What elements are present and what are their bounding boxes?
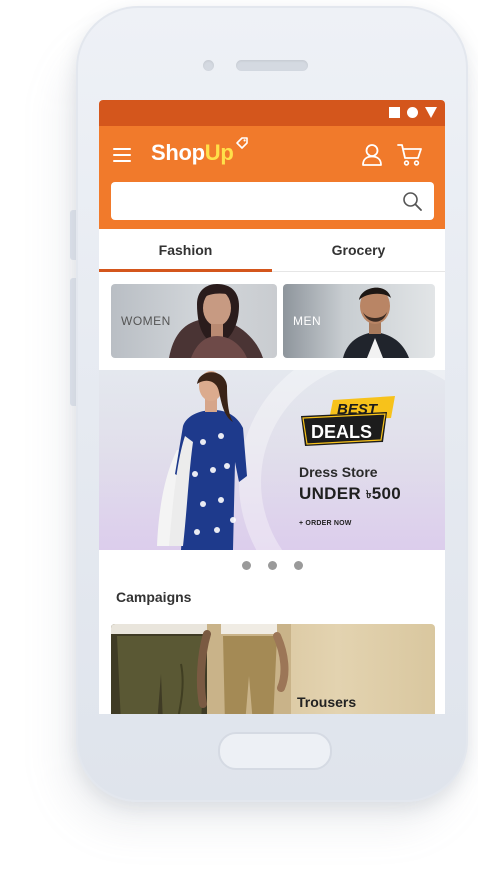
carousel-dot[interactable] xyxy=(267,561,277,570)
category-women-label: WOMEN xyxy=(121,314,171,328)
tab-fashion[interactable]: Fashion xyxy=(99,229,272,271)
category-women-card[interactable]: WOMEN xyxy=(111,284,277,358)
model-dress-image xyxy=(157,371,247,550)
banner-price-prefix: UNDER xyxy=(299,484,366,503)
search-input[interactable] xyxy=(121,182,395,220)
campaigns-heading: Campaigns xyxy=(116,589,192,605)
menu-icon[interactable] xyxy=(113,148,131,163)
tag-icon xyxy=(235,137,248,149)
search-box xyxy=(111,182,434,220)
campaign-title: Trousers xyxy=(297,694,357,710)
carousel-dot[interactable] xyxy=(293,561,303,570)
camera-icon xyxy=(203,60,214,71)
category-tabs: Fashion Grocery xyxy=(99,229,445,272)
cart-icon[interactable] xyxy=(397,143,423,167)
search-bar xyxy=(99,182,445,229)
circle-icon xyxy=(407,107,418,118)
status-bar xyxy=(99,100,445,126)
logo-main: Shop xyxy=(151,140,205,165)
status-icons xyxy=(389,107,437,118)
app-bar: ShopUp xyxy=(99,126,445,182)
category-men-card[interactable]: MEN xyxy=(283,284,435,358)
banner-price: UNDER ৳500 xyxy=(299,484,401,504)
shopup-logo: ShopUp xyxy=(151,137,249,166)
badge-best-text: BEST xyxy=(337,401,379,418)
badge-deals-text: DEALS xyxy=(311,422,372,442)
gender-categories: WOMEN MEN xyxy=(99,272,445,358)
app-screen: ShopUp Fashion Grocery WOMEN MEN BEST DE… xyxy=(99,100,445,714)
square-icon xyxy=(389,107,400,118)
banner-price-value: 500 xyxy=(371,484,402,503)
speaker-grille xyxy=(236,60,308,71)
promo-banner[interactable]: BEST DEALS Dress Store UNDER ৳500 + ORDE… xyxy=(99,370,445,550)
home-button[interactable] xyxy=(218,732,332,770)
carousel-dots xyxy=(99,561,445,570)
tab-indicator xyxy=(99,269,272,272)
carousel-dot[interactable] xyxy=(241,561,251,570)
logo-accent: Up xyxy=(204,140,234,165)
campaign-trousers-card[interactable]: Trousers xyxy=(111,624,435,714)
triangle-icon xyxy=(425,107,437,118)
order-now-link[interactable]: + ORDER NOW xyxy=(299,520,352,527)
tab-grocery[interactable]: Grocery xyxy=(272,229,445,271)
category-men-label: MEN xyxy=(293,314,322,328)
user-icon[interactable] xyxy=(361,143,383,167)
taka-currency: ৳ xyxy=(365,489,372,501)
search-icon[interactable] xyxy=(402,191,422,211)
trousers-image xyxy=(111,624,291,714)
best-deals-badge: BEST DEALS xyxy=(301,396,397,459)
banner-store-title: Dress Store xyxy=(299,464,378,480)
